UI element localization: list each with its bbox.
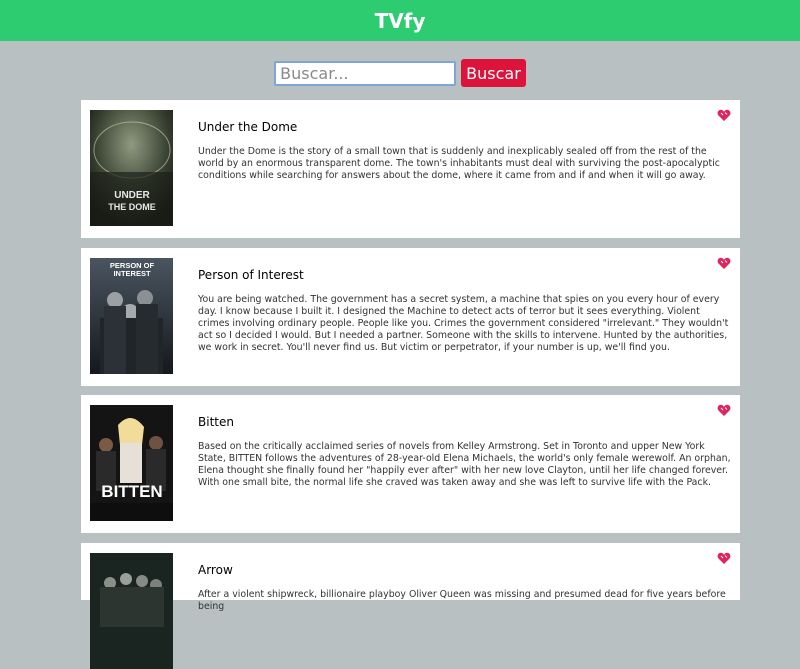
show-title[interactable]: Bitten (198, 415, 234, 429)
svg-text:BITTEN: BITTEN (101, 482, 162, 501)
favorite-heart-icon[interactable] (717, 552, 731, 565)
favorite-heart-icon[interactable] (717, 109, 731, 122)
show-poster[interactable]: UNDER THE DOME (90, 110, 173, 226)
show-description: Based on the critically acclaimed series… (198, 441, 731, 488)
show-description: After a violent shipwreck, billionaire p… (198, 589, 726, 612)
show-poster[interactable] (90, 553, 173, 669)
svg-text:THE DOME: THE DOME (108, 202, 156, 212)
show-poster[interactable]: PERSON OF INTEREST (90, 258, 173, 374)
search-bar: Buscar (0, 59, 800, 87)
show-card: BITTEN Bitten Based on the critically ac… (81, 395, 740, 533)
svg-text:UNDER: UNDER (114, 190, 150, 201)
app-header: TVfy (0, 0, 800, 41)
show-title[interactable]: Arrow (198, 563, 233, 577)
show-card: UNDER THE DOME Under the Dome Under the … (81, 100, 740, 238)
show-poster[interactable]: BITTEN (90, 405, 173, 521)
show-card: Arrow After a violent shipwreck, billion… (81, 543, 740, 669)
show-card: PERSON OF INTEREST Person of Interest Yo… (81, 248, 740, 386)
favorite-heart-icon[interactable] (717, 404, 731, 417)
svg-text:INTEREST: INTEREST (113, 269, 151, 278)
show-description: Under the Dome is the story of a small t… (198, 146, 720, 181)
favorite-heart-icon[interactable] (717, 257, 731, 270)
search-input[interactable] (274, 60, 457, 86)
show-description: You are being watched. The government ha… (198, 294, 729, 353)
search-button[interactable]: Buscar (461, 59, 526, 87)
show-title[interactable]: Under the Dome (198, 120, 297, 134)
show-title[interactable]: Person of Interest (198, 268, 304, 282)
app-title: TVfy (374, 8, 426, 33)
